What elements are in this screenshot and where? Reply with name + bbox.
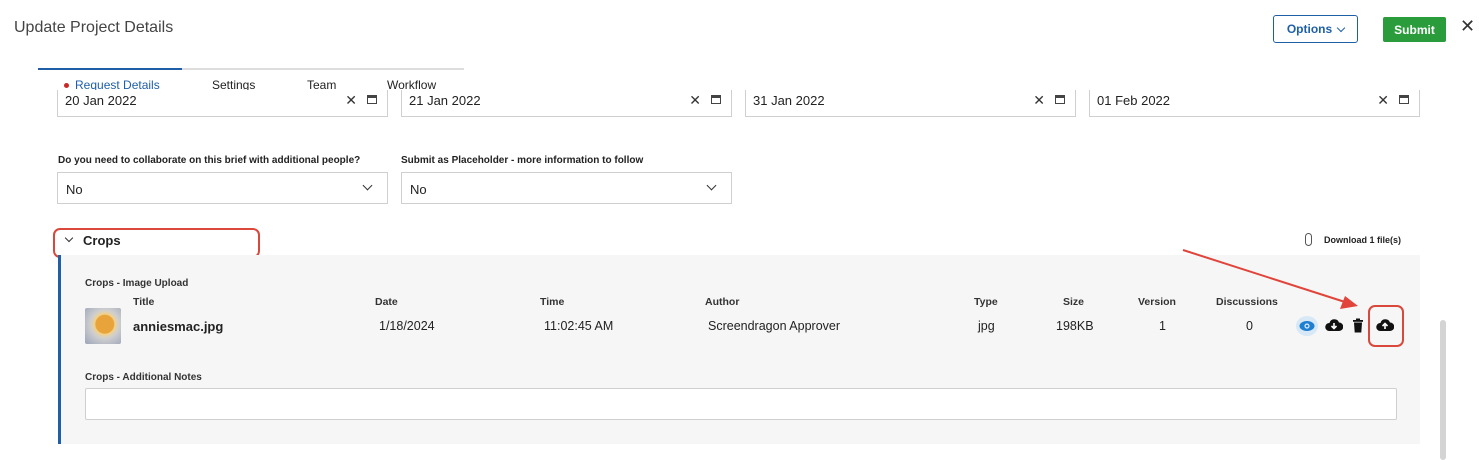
annotation-arrow-icon: [1182, 249, 1358, 309]
